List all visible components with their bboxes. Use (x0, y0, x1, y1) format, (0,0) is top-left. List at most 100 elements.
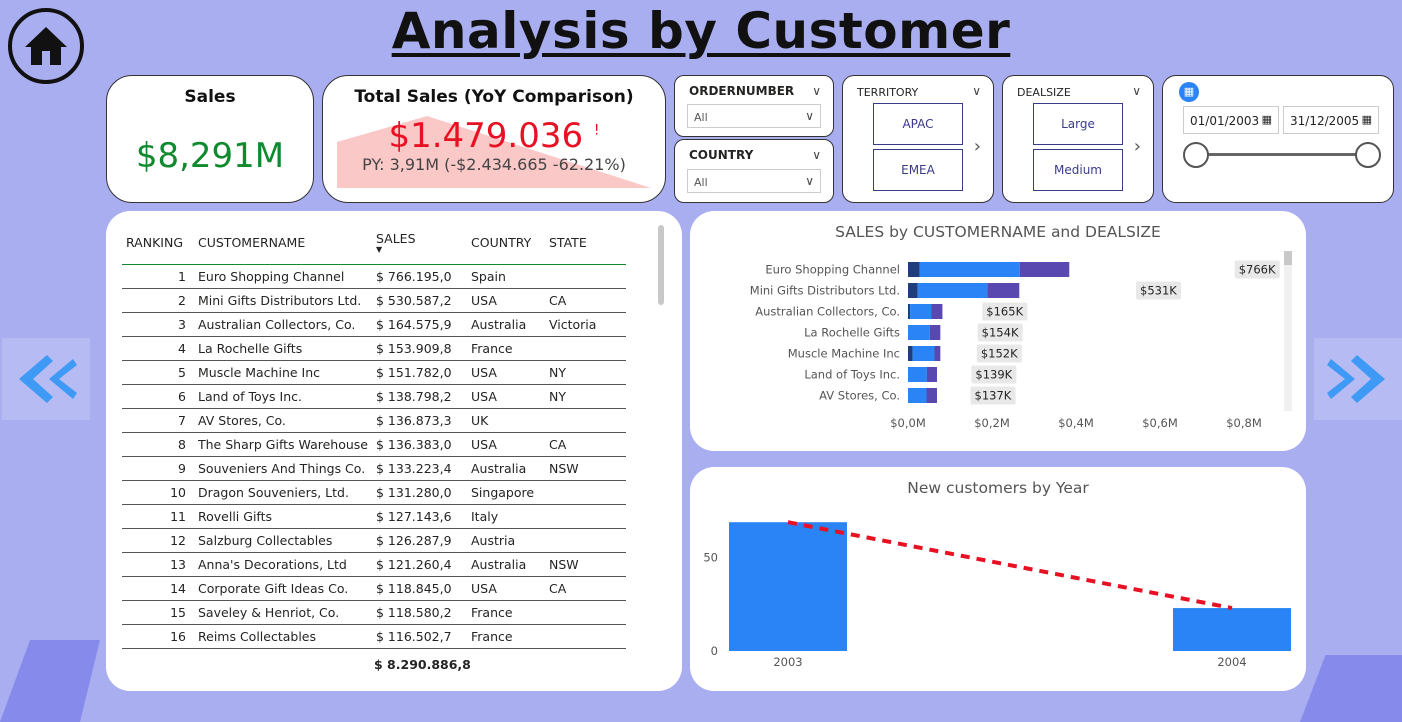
cell-sales: $ 116.502,7 (372, 624, 467, 649)
country-dropdown[interactable]: All ∨ (687, 169, 821, 193)
ordernumber-slicer[interactable]: ORDERNUMBER ∨ All ∨ (674, 75, 834, 137)
column-header-customername[interactable]: CUSTOMERNAME (194, 227, 372, 265)
cell-country: Australia (467, 552, 545, 577)
table-row[interactable]: 1 Euro Shopping Channel $ 766.195,0 Spain (122, 264, 626, 289)
country-value: All (694, 176, 708, 189)
column-header-state[interactable]: STATE (545, 227, 626, 265)
calendar-icon: ▦ (1361, 113, 1372, 126)
table-row[interactable]: 5 Muscle Machine Inc $ 151.782,0 USA NY (122, 360, 626, 385)
table-row[interactable]: 11 Rovelli Gifts $ 127.143,6 Italy (122, 504, 626, 529)
start-date-input[interactable]: 01/01/2003 ▦ (1183, 106, 1279, 134)
table-row[interactable]: 15 Saveley & Henriot, Co. $ 118.580,2 Franc… (122, 600, 626, 625)
end-date-input[interactable]: 31/12/2005 ▦ (1283, 106, 1379, 134)
date-slider-end-handle[interactable] (1355, 142, 1381, 168)
customer-table: RANKING CUSTOMERNAME SALES ▼ COUNTRY STAT… (122, 227, 626, 649)
decorative-shape (0, 640, 100, 722)
table-row[interactable]: 6 Land of Toys Inc. $ 138.798,2 USA NY (122, 384, 626, 409)
cell-sales: $ 118.845,0 (372, 576, 467, 601)
new-customers-chart-card: New customers by Year 0 50 2003 2004 (690, 467, 1306, 691)
y-tick-label: 50 (703, 551, 718, 565)
cell-sales: $ 136.383,0 (372, 432, 467, 457)
country-label: COUNTRY (689, 148, 754, 162)
table-scrollbar[interactable] (658, 225, 664, 305)
category-label: Mini Gifts Distributors Ltd. (750, 284, 900, 298)
table-row[interactable]: 16 Reims Collectables $ 116.502,7 France (122, 624, 626, 649)
table-row[interactable]: 14 Corporate Gift Ideas Co. $ 118.845,0 USA… (122, 576, 626, 601)
x-tick-label: $0,4M (1058, 416, 1094, 430)
category-label: La Rochelle Gifts (804, 326, 900, 340)
cell-ranking: 14 (122, 576, 194, 601)
chevron-down-icon[interactable]: ∨ (972, 84, 981, 98)
data-label: $152K (981, 347, 1018, 361)
cell-state (545, 336, 626, 361)
bar-segment (931, 304, 943, 319)
data-label: $165K (986, 305, 1023, 319)
dealsize-slicer: DEALSIZE ∨ Large Medium › (1002, 75, 1154, 203)
table-row[interactable]: 8 The Sharp Gifts Warehouse $ 136.383,0 USA… (122, 432, 626, 457)
cell-ranking: 11 (122, 504, 194, 529)
cell-ranking: 8 (122, 432, 194, 457)
sales-kpi-value: $8,291M (135, 136, 285, 176)
territory-tile-emea[interactable]: EMEA (873, 149, 963, 191)
chevron-down-icon: ∨ (805, 109, 814, 123)
cell-sales: $ 136.873,3 (372, 408, 467, 433)
category-label: Muscle Machine Inc (788, 347, 900, 361)
cell-state (545, 528, 626, 553)
cell-ranking: 10 (122, 480, 194, 505)
calendar-icon[interactable]: ▦ (1179, 82, 1199, 102)
table-row[interactable]: 3 Australian Collectors, Co. $ 164.575,9 Au… (122, 312, 626, 337)
date-slider-start-handle[interactable] (1183, 142, 1209, 168)
bar-segment (908, 367, 927, 382)
dealsize-tile-medium[interactable]: Medium (1033, 149, 1123, 191)
cell-ranking: 16 (122, 624, 194, 649)
cell-country: Spain (467, 264, 545, 289)
territory-tile-apac[interactable]: APAC (873, 103, 963, 145)
chevron-down-icon[interactable]: ∨ (1132, 84, 1141, 98)
cell-country: USA (467, 576, 545, 601)
cell-sales: $ 133.223,4 (372, 456, 467, 481)
chevron-right-icon[interactable]: › (1134, 136, 1141, 157)
table-row[interactable]: 12 Salzburg Collectables $ 126.287,9 Austri… (122, 528, 626, 553)
cell-ranking: 15 (122, 600, 194, 625)
cell-sales: $ 164.575,9 (372, 312, 467, 337)
end-date-value: 31/12/2005 (1290, 114, 1360, 128)
country-slicer[interactable]: COUNTRY ∨ All ∨ (674, 139, 834, 203)
cell-country: USA (467, 384, 545, 409)
cell-state (545, 408, 626, 433)
cell-sales: $ 138.798,2 (372, 384, 467, 409)
next-page-button[interactable] (1314, 338, 1402, 420)
yoy-kpi-title: Total Sales (YoY Comparison) (354, 87, 634, 107)
cell-state (545, 264, 626, 289)
cell-country: France (467, 336, 545, 361)
column-header-sales[interactable]: SALES ▼ (372, 227, 467, 265)
previous-page-button[interactable] (2, 338, 90, 420)
chart-scrollbar-thumb (1284, 251, 1292, 265)
table-row[interactable]: 4 La Rochelle Gifts $ 153.909,8 France (122, 336, 626, 361)
chevron-right-icon[interactable]: › (974, 136, 981, 157)
bar-segment (917, 283, 988, 298)
date-slider-track[interactable] (1197, 153, 1367, 156)
x-tick-label: $0,8M (1226, 416, 1262, 430)
table-row[interactable]: 10 Dragon Souveniers, Ltd. $ 131.280,0 Sing… (122, 480, 626, 505)
dealsize-tile-large[interactable]: Large (1033, 103, 1123, 145)
yoy-kpi-value-row: $1.479.036 ! (323, 116, 665, 156)
cell-state: NSW (545, 552, 626, 577)
table-row[interactable]: 13 Anna's Decorations, Ltd $ 121.260,4 Aust… (122, 552, 626, 577)
ordernumber-dropdown[interactable]: All ∨ (687, 104, 821, 128)
cell-ranking: 3 (122, 312, 194, 337)
column-header-ranking[interactable]: RANKING (122, 227, 194, 265)
cell-ranking: 5 (122, 360, 194, 385)
cell-state: NY (545, 384, 626, 409)
dealsize-label: DEALSIZE (1017, 86, 1071, 99)
table-row[interactable]: 7 AV Stores, Co. $ 136.873,3 UK (122, 408, 626, 433)
bar-segment (908, 388, 927, 403)
chevron-down-icon[interactable]: ∨ (812, 84, 821, 98)
cell-country: France (467, 624, 545, 649)
trend-line (787, 520, 1233, 611)
table-row[interactable]: 2 Mini Gifts Distributors Ltd. $ 530.587,2… (122, 288, 626, 313)
chevron-down-icon[interactable]: ∨ (812, 148, 821, 162)
table-row[interactable]: 9 Souveniers And Things Co. $ 133.223,4 Aus… (122, 456, 626, 481)
sales-by-customer-chart-card: SALES by CUSTOMERNAME and DEALSIZE Euro … (690, 211, 1306, 451)
column-header-country[interactable]: COUNTRY (467, 227, 545, 265)
cell-ranking: 7 (122, 408, 194, 433)
